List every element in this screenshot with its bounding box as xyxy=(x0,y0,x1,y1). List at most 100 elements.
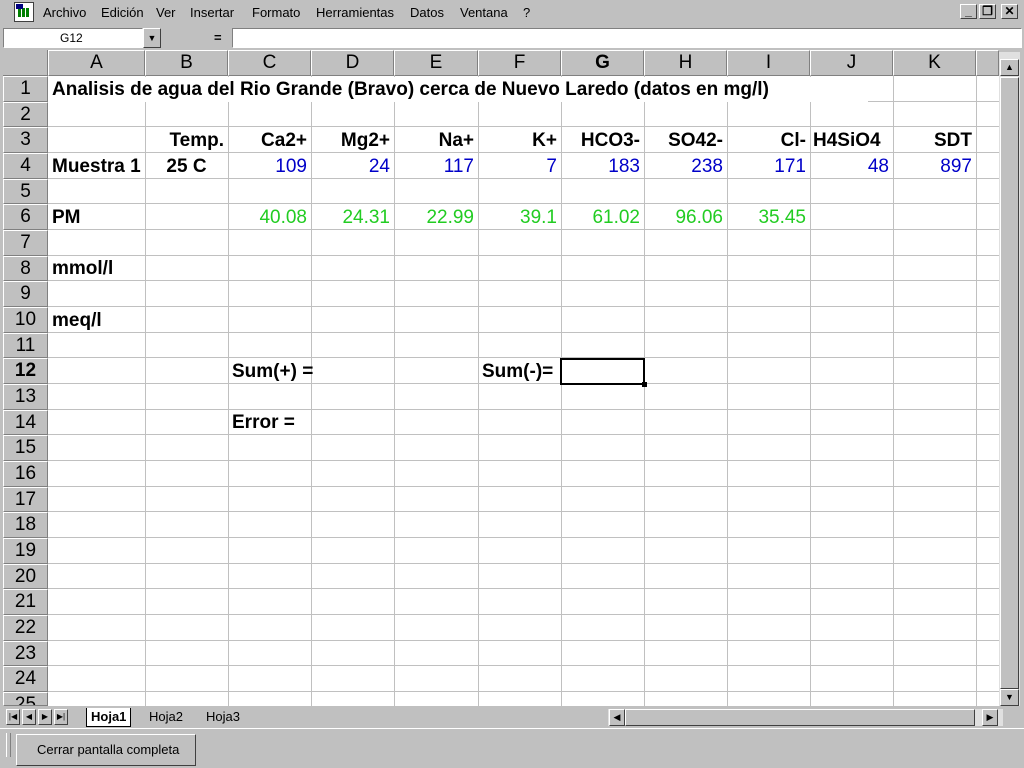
row-header-13[interactable]: 13 xyxy=(3,384,48,410)
sheet-title-cell[interactable]: Analisis de agua del Rio Grande (Bravo) … xyxy=(48,77,868,102)
sum-negative-label[interactable]: Sum(-)= xyxy=(478,359,561,384)
restore-button[interactable]: ❐ xyxy=(979,4,996,19)
sample-value-ca[interactable]: 109 xyxy=(228,154,311,179)
scrollbar-thumb[interactable] xyxy=(1000,77,1019,689)
sample-value-so4[interactable]: 238 xyxy=(644,154,727,179)
menu-ver[interactable]: Ver xyxy=(156,4,176,21)
row-header-14[interactable]: 14 xyxy=(3,410,48,435)
sum-positive-label[interactable]: Sum(+) = xyxy=(228,359,348,384)
row-header-16[interactable]: 16 xyxy=(3,461,48,487)
tab-hoja3[interactable]: Hoja3 xyxy=(206,708,240,726)
prev-sheet-icon[interactable]: ◀ xyxy=(22,709,36,725)
mmol-label[interactable]: mmol/l xyxy=(48,256,145,281)
row-header-1[interactable]: 1 xyxy=(3,76,48,102)
hscrollbar-thumb[interactable] xyxy=(625,709,975,726)
header-k[interactable]: K+ xyxy=(478,128,561,153)
toolbar-grip[interactable] xyxy=(6,733,11,757)
pm-value-so4[interactable]: 96.06 xyxy=(644,205,727,230)
horizontal-scrollbar[interactable]: ◀ ▶ xyxy=(608,709,1003,726)
next-sheet-icon[interactable]: ▶ xyxy=(38,709,52,725)
header-temp[interactable]: Temp. xyxy=(145,128,228,153)
menu-datos[interactable]: Datos xyxy=(410,4,444,21)
row-header-9[interactable]: 9 xyxy=(3,281,48,307)
row-header-11[interactable]: 11 xyxy=(3,333,48,358)
column-header-l[interactable] xyxy=(976,50,999,76)
pm-value-hco3[interactable]: 61.02 xyxy=(561,205,644,230)
column-header-b[interactable]: B xyxy=(145,50,228,76)
pm-value-na[interactable]: 22.99 xyxy=(394,205,478,230)
row-header-3[interactable]: 3 xyxy=(3,127,48,153)
row-header-5[interactable]: 5 xyxy=(3,179,48,204)
row-header-15[interactable]: 15 xyxy=(3,435,48,461)
row-header-22[interactable]: 22 xyxy=(3,615,48,641)
sample-value-k[interactable]: 7 xyxy=(478,154,561,179)
column-header-i[interactable]: I xyxy=(727,50,810,76)
edit-formula-button[interactable]: = xyxy=(214,30,222,45)
row-header-21[interactable]: 21 xyxy=(3,589,48,615)
selected-cell-g12[interactable] xyxy=(560,358,645,385)
scroll-right-icon[interactable]: ▶ xyxy=(982,709,998,726)
first-sheet-icon[interactable]: |◀ xyxy=(6,709,20,725)
menu-edicion[interactable]: Edición xyxy=(101,4,144,21)
row-header-2[interactable]: 2 xyxy=(3,102,48,127)
error-label[interactable]: Error = xyxy=(228,410,348,435)
header-so4[interactable]: SO42- xyxy=(644,128,727,153)
header-ca[interactable]: Ca2+ xyxy=(228,128,311,153)
tab-hoja2[interactable]: Hoja2 xyxy=(149,708,183,726)
menu-insertar[interactable]: Insertar xyxy=(190,4,234,21)
menu-formato[interactable]: Formato xyxy=(252,4,300,21)
header-mg[interactable]: Mg2+ xyxy=(311,128,394,153)
header-sdt[interactable]: SDT xyxy=(893,128,976,153)
sample-value-sdt[interactable]: 897 xyxy=(893,154,976,179)
close-fullscreen-button[interactable]: Cerrar pantalla completa xyxy=(16,734,196,766)
column-header-d[interactable]: D xyxy=(311,50,394,76)
column-header-k[interactable]: K xyxy=(893,50,976,76)
meq-label[interactable]: meq/l xyxy=(48,308,145,333)
pm-value-ca[interactable]: 40.08 xyxy=(228,205,311,230)
row-header-19[interactable]: 19 xyxy=(3,538,48,564)
row-header-24[interactable]: 24 xyxy=(3,666,48,692)
worksheet-grid[interactable]: A B C D E F G H I J K 1 2 3 4 5 6 7 8 9 … xyxy=(3,50,999,706)
row-header-10[interactable]: 10 xyxy=(3,307,48,333)
name-box-dropdown-icon[interactable]: ▼ xyxy=(143,28,161,48)
sample-value-hco3[interactable]: 183 xyxy=(561,154,644,179)
minimize-button[interactable]: _ xyxy=(960,4,977,19)
fill-handle[interactable] xyxy=(642,382,647,387)
row-header-25[interactable]: 25 xyxy=(3,692,48,706)
row-header-8[interactable]: 8 xyxy=(3,256,48,281)
row-header-6[interactable]: 6 xyxy=(3,204,48,230)
column-header-f[interactable]: F xyxy=(478,50,561,76)
sample-value-na[interactable]: 117 xyxy=(394,154,478,179)
row-header-12[interactable]: 12 xyxy=(3,358,48,384)
close-button[interactable]: ✕ xyxy=(1001,4,1018,19)
menu-herramientas[interactable]: Herramientas xyxy=(316,4,394,21)
name-box[interactable]: G12 xyxy=(3,28,143,48)
row-header-7[interactable]: 7 xyxy=(3,230,48,256)
tab-hoja1[interactable]: Hoja1 xyxy=(86,708,132,727)
column-header-j[interactable]: J xyxy=(810,50,893,76)
header-cl[interactable]: Cl- xyxy=(727,128,810,153)
pm-value-mg[interactable]: 24.31 xyxy=(311,205,394,230)
scroll-left-icon[interactable]: ◀ xyxy=(609,709,625,726)
scroll-up-icon[interactable]: ▲ xyxy=(1000,59,1019,76)
row-header-17[interactable]: 17 xyxy=(3,487,48,512)
formula-input[interactable] xyxy=(232,28,1022,48)
pm-value-cl[interactable]: 35.45 xyxy=(727,205,810,230)
column-header-h[interactable]: H xyxy=(644,50,727,76)
menu-ventana[interactable]: Ventana xyxy=(460,4,508,21)
header-hco3[interactable]: HCO3- xyxy=(561,128,644,153)
column-header-e[interactable]: E xyxy=(394,50,478,76)
sample-value-cl[interactable]: 171 xyxy=(727,154,810,179)
select-all-corner[interactable] xyxy=(3,50,48,76)
sample-value-mg[interactable]: 24 xyxy=(311,154,394,179)
header-h4sio4[interactable]: H4SiO4 xyxy=(810,128,893,153)
menu-archivo[interactable]: Archivo xyxy=(43,4,86,21)
scroll-down-icon[interactable]: ▼ xyxy=(1000,689,1019,706)
pm-label[interactable]: PM xyxy=(48,205,145,230)
row-header-20[interactable]: 20 xyxy=(3,564,48,589)
menu-help[interactable]: ? xyxy=(523,4,530,21)
last-sheet-icon[interactable]: ▶| xyxy=(54,709,68,725)
sample-value-h4sio4[interactable]: 48 xyxy=(810,154,893,179)
column-header-a[interactable]: A xyxy=(48,50,145,76)
column-header-c[interactable]: C xyxy=(228,50,311,76)
